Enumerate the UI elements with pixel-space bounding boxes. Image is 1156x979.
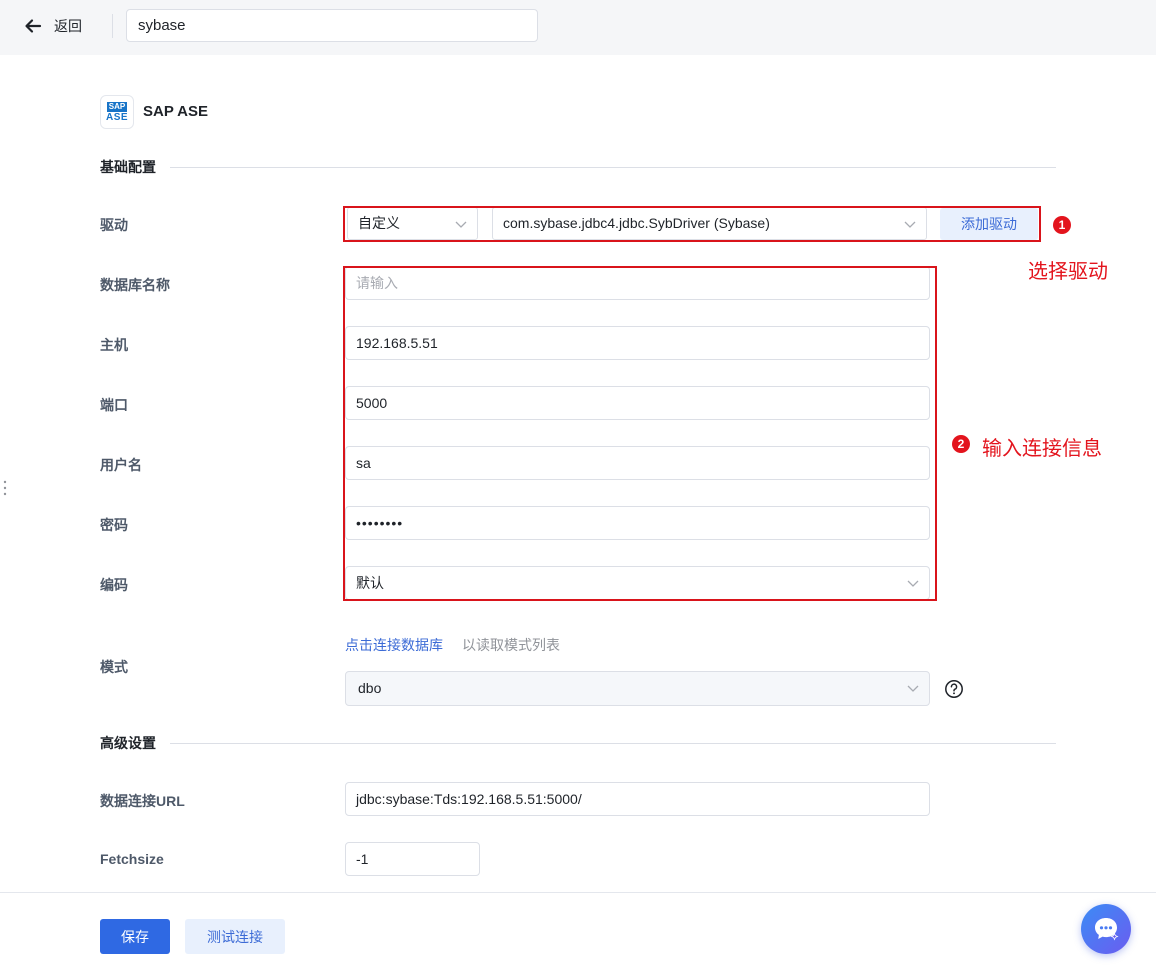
back-label: 返回 <box>54 18 82 34</box>
driver-class-value: com.sybase.jdbc4.jdbc.SybDriver (Sybase) <box>503 215 770 231</box>
fetchsize-label: Fetchsize <box>100 851 164 867</box>
chevron-down-icon <box>904 218 916 230</box>
connect-database-link[interactable]: 点击连接数据库 <box>345 635 443 655</box>
schema-value: dbo <box>358 680 382 696</box>
annotation-badge-2: 2 <box>952 435 970 453</box>
chevron-down-icon <box>455 218 467 230</box>
logo-text-line2: ASE <box>105 111 129 123</box>
dbname-input[interactable]: 请输入 <box>345 266 930 300</box>
annotation-text-1: 选择驱动 <box>1028 261 1108 283</box>
save-button[interactable]: 保存 <box>100 919 170 954</box>
datasource-name-input[interactable]: sybase <box>126 9 538 42</box>
back-button[interactable]: 返回 <box>24 14 82 38</box>
encoding-value: 默认 <box>356 575 384 591</box>
section-divider <box>170 166 1056 168</box>
resize-handle[interactable] <box>3 479 7 497</box>
encoding-label: 编码 <box>100 577 128 593</box>
datasource-type-title: SAP ASE <box>143 103 209 120</box>
chat-bubble-icon <box>1095 918 1119 941</box>
section-advanced-settings: 高级设置 <box>100 733 1056 753</box>
encoding-select[interactable]: 默认 <box>345 566 930 600</box>
annotation-text-2: 输入连接信息 <box>982 438 1102 460</box>
section-basic-config: 基础配置 <box>100 157 1056 177</box>
top-divider <box>112 14 113 38</box>
schema-select[interactable]: dbo <box>345 671 930 706</box>
driver-label: 驱动 <box>100 217 128 233</box>
port-label: 端口 <box>100 397 128 413</box>
help-icon[interactable] <box>944 679 964 699</box>
username-input[interactable]: sa <box>345 446 930 480</box>
driver-class-select[interactable]: com.sybase.jdbc4.jdbc.SybDriver (Sybase) <box>492 207 927 240</box>
fetchsize-input[interactable]: -1 <box>345 842 480 876</box>
chevron-down-icon <box>907 682 919 694</box>
footer-bar <box>0 892 1156 979</box>
url-label: 数据连接URL <box>100 793 185 809</box>
host-input[interactable]: 192.168.5.51 <box>345 326 930 360</box>
username-label: 用户名 <box>100 457 142 473</box>
chat-assistant-button[interactable] <box>1081 904 1131 954</box>
section-title: 基础配置 <box>100 159 156 175</box>
password-label: 密码 <box>100 517 128 533</box>
driver-type-value: 自定义 <box>358 215 400 231</box>
driver-type-select[interactable]: 自定义 <box>347 207 478 240</box>
sap-ase-logo: SAP ASE <box>100 95 134 129</box>
chevron-down-icon <box>907 577 919 589</box>
section-divider <box>170 742 1056 744</box>
add-driver-button[interactable]: 添加驱动 <box>940 208 1038 240</box>
logo-text-line1: SAP <box>106 101 128 112</box>
section-title: 高级设置 <box>100 735 156 751</box>
dbname-label: 数据库名称 <box>100 277 170 293</box>
password-input[interactable]: •••••••• <box>345 506 930 540</box>
url-input[interactable]: jdbc:sybase:Tds:192.168.5.51:5000/ <box>345 782 930 816</box>
annotation-badge-1: 1 <box>1053 216 1071 234</box>
port-input[interactable]: 5000 <box>345 386 930 420</box>
schema-label: 模式 <box>100 659 128 675</box>
test-connection-button[interactable]: 测试连接 <box>185 919 285 954</box>
annotation-box-connection <box>343 266 937 601</box>
arrow-left-icon <box>25 19 42 33</box>
host-label: 主机 <box>100 337 128 353</box>
schema-hint: 以读取模式列表 <box>462 637 560 653</box>
